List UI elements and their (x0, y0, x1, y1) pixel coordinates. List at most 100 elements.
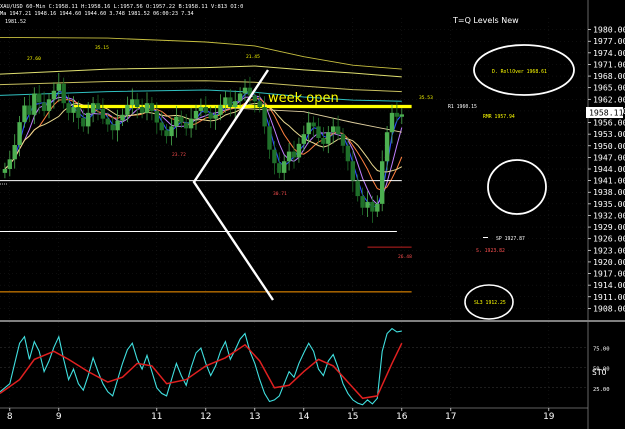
candle-body (17, 122, 22, 145)
candle-body (213, 114, 218, 119)
candle-body (159, 122, 164, 131)
candle-body (233, 101, 238, 108)
candle-body (218, 105, 223, 115)
time-tick-label: 15 (347, 412, 358, 422)
candle-body (51, 90, 57, 100)
candle-body (389, 112, 395, 133)
swing-low-label-2: 30.71 (273, 191, 287, 197)
candle-body (90, 103, 96, 113)
candle-body (184, 122, 189, 129)
candle-body (296, 143, 302, 158)
candle-body (380, 161, 385, 204)
candle-body (46, 99, 52, 111)
candle-body (86, 112, 91, 127)
candle-body (105, 118, 110, 125)
candle-body (164, 130, 169, 137)
price-tick-label: 1935.00 (593, 199, 625, 209)
r1-label: R1 1960.15 (448, 104, 477, 110)
price-tick-label: 1950.00 (593, 141, 625, 151)
candle-body (27, 105, 32, 115)
candle-body (223, 97, 228, 106)
candle-body (174, 116, 179, 127)
time-tick-label: 16 (396, 412, 408, 422)
candle-body (135, 99, 140, 108)
price-tick-label: 1944.00 (593, 164, 625, 174)
candle-body (237, 93, 243, 102)
candle-body (12, 144, 17, 160)
candle-body (262, 107, 267, 127)
candle-body (76, 107, 81, 118)
candle-body (130, 99, 135, 106)
candle-body (345, 145, 351, 162)
last-price-label: 1958.11 (589, 108, 624, 118)
swing-high-label-1: 27.60 (27, 56, 41, 62)
levels-title: T=Q Levels New (452, 16, 519, 25)
stoch-tick-label: 25.00 (593, 387, 610, 393)
candle-body (61, 83, 66, 104)
candle-body (321, 138, 326, 144)
price-tick-label: 1920.00 (593, 257, 625, 267)
symbol-header: XAU/USD 60-Min C:1958.11 H:1958.16 L:195… (0, 4, 243, 10)
candle-body (291, 151, 297, 158)
stochastic-name: STO (592, 368, 607, 377)
candle-body (286, 151, 292, 162)
candle-body (316, 126, 321, 139)
candle-body (56, 83, 61, 91)
candle-body (81, 117, 86, 127)
price-chart: 1980.001977.00 1974.001971.00 1968.00 1965.… (0, 0, 625, 429)
sp-label: SP 1927.87 (496, 236, 525, 242)
candle-body (2, 169, 8, 173)
price-tick-label: 1971.00 (593, 59, 625, 69)
time-tick-label: 13 (249, 412, 260, 422)
price-tick-label: 1956.00 (593, 118, 625, 128)
candle-body (203, 107, 208, 113)
price-tick-label: 1965.00 (593, 83, 625, 93)
candle-body (335, 126, 341, 135)
candle-body (267, 126, 272, 150)
price-tick-label: 1977.00 (593, 36, 625, 46)
price-tick-label: 1968.00 (593, 71, 625, 81)
candle-body (37, 93, 42, 103)
candle-body (252, 95, 257, 102)
price-tick-label: 1929.00 (593, 222, 625, 232)
candle-body (370, 201, 375, 212)
candle-body (66, 103, 71, 113)
stoch-tick-label: 75.00 (593, 346, 610, 352)
candle-body (350, 161, 355, 181)
swing-high-label-4: 35.53 (419, 95, 433, 101)
price-tick-label: 1962.00 (593, 94, 625, 104)
candle-body (242, 87, 248, 94)
candle-body (384, 132, 390, 162)
candle-body (301, 134, 306, 144)
candle-body (331, 126, 336, 133)
price-tick-label: 1980.00 (593, 25, 625, 35)
candle-body (365, 201, 370, 208)
candle-body (144, 103, 150, 113)
price-tick-label: 1932.00 (593, 210, 625, 220)
candle-body (193, 110, 199, 119)
prev-high-label: 1981.52 (5, 19, 26, 25)
time-tick-label: 19 (543, 412, 555, 422)
candle-body (326, 132, 331, 144)
candle-body (41, 102, 47, 111)
candle-body (115, 120, 120, 131)
price-tick-label: 1947.00 (593, 152, 625, 162)
price-tick-label: 1974.00 (593, 48, 625, 58)
price-tick-label: 1914.00 (593, 280, 625, 290)
candle-body (139, 107, 145, 113)
swing-high-label-3: 21.45 (246, 54, 260, 60)
time-tick-label: 17 (445, 412, 456, 422)
candle-body (228, 97, 233, 108)
candle-body (32, 93, 37, 115)
candle-body (257, 101, 262, 108)
candle-body (198, 107, 204, 111)
swing-high-label-2: 35.15 (95, 45, 109, 51)
price-tick-label: 1923.00 (593, 245, 625, 255)
candle-body (272, 149, 277, 164)
candle-body (100, 108, 106, 119)
candle-body (282, 161, 287, 173)
time-tick-label: 12 (200, 412, 211, 422)
candle-body (169, 126, 174, 137)
candle-body (110, 124, 115, 131)
candle-body (277, 163, 282, 173)
